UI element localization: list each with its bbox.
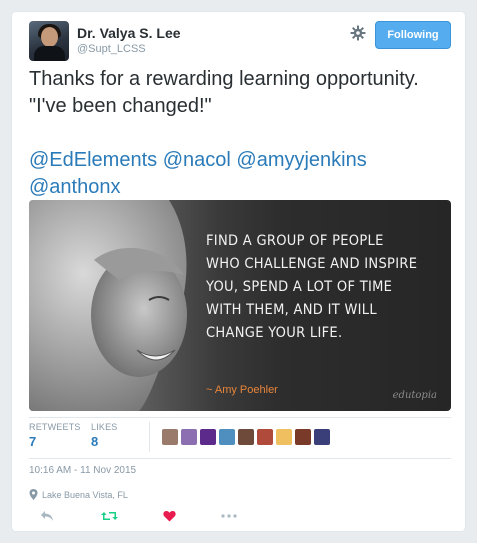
tweet-text-line: Thanks for a rewarding learning opportun… [29, 68, 419, 90]
mention-link[interactable]: @anthonx [29, 176, 120, 198]
tweet-mentions: @EdElements @nacol @amyyjenkins @anthonx [29, 147, 454, 201]
tweet-actions [29, 508, 329, 526]
reply-icon[interactable] [37, 508, 57, 524]
location-pin-icon [29, 489, 38, 500]
liker-avatar[interactable] [181, 429, 197, 445]
likes-count[interactable]: 8 [91, 434, 98, 449]
mention-link[interactable]: @amyyjenkins [236, 149, 366, 171]
tweet-timestamp[interactable]: 10:16 AM - 11 Nov 2015 [29, 465, 136, 476]
tweet-text: Thanks for a rewarding learning opportun… [29, 66, 454, 120]
tweet-photo[interactable]: Find a group of people who challenge and… [29, 200, 451, 411]
quote-line: Find a group of people [206, 233, 384, 249]
stats-separator [149, 422, 150, 452]
retweets-label: RETWEETS [29, 422, 81, 432]
avatar-face [41, 27, 58, 47]
liker-avatar[interactable] [219, 429, 235, 445]
quote-line: who challenge and inspire [206, 256, 418, 272]
quote-author: ~ Amy Poehler [206, 384, 278, 396]
mention-link[interactable]: @nacol [163, 149, 231, 171]
quote-line: you, spend a lot of time [206, 279, 393, 295]
retweet-icon[interactable] [99, 508, 119, 524]
quote-line: with them, and it will [206, 302, 377, 318]
liker-avatar[interactable] [162, 429, 178, 445]
retweets-count[interactable]: 7 [29, 434, 36, 449]
portrait-illustration [29, 200, 187, 411]
liker-avatar[interactable] [238, 429, 254, 445]
tweet-card: Dr. Valya S. Lee @Supt_LCSS Following Th… [11, 11, 466, 532]
divider [29, 417, 451, 418]
liker-avatar[interactable] [314, 429, 330, 445]
following-button[interactable]: Following [375, 21, 451, 49]
liker-avatar[interactable] [200, 429, 216, 445]
more-options-icon[interactable] [219, 508, 239, 524]
like-heart-icon[interactable] [159, 508, 179, 524]
liker-avatar[interactable] [276, 429, 292, 445]
quote-text: Find a group of people who challenge and… [206, 230, 436, 345]
avatar[interactable] [29, 21, 69, 61]
avatar-body [34, 46, 65, 61]
likes-label: LIKES [91, 422, 118, 432]
quote-line: change your life. [206, 325, 343, 341]
location-label: Lake Buena Vista, FL [42, 489, 128, 500]
liker-avatars [162, 429, 330, 445]
liker-avatar[interactable] [257, 429, 273, 445]
liker-avatar[interactable] [295, 429, 311, 445]
gear-icon[interactable] [349, 25, 367, 43]
author-name[interactable]: Dr. Valya S. Lee [77, 25, 181, 41]
divider [29, 458, 451, 459]
tweet-text-line: "I've been changed!" [29, 95, 212, 117]
brand-watermark: edutopia [392, 390, 437, 401]
tweet-location[interactable]: Lake Buena Vista, FL [29, 489, 128, 500]
author-handle[interactable]: @Supt_LCSS [77, 43, 146, 55]
mention-link[interactable]: @EdElements [29, 149, 157, 171]
